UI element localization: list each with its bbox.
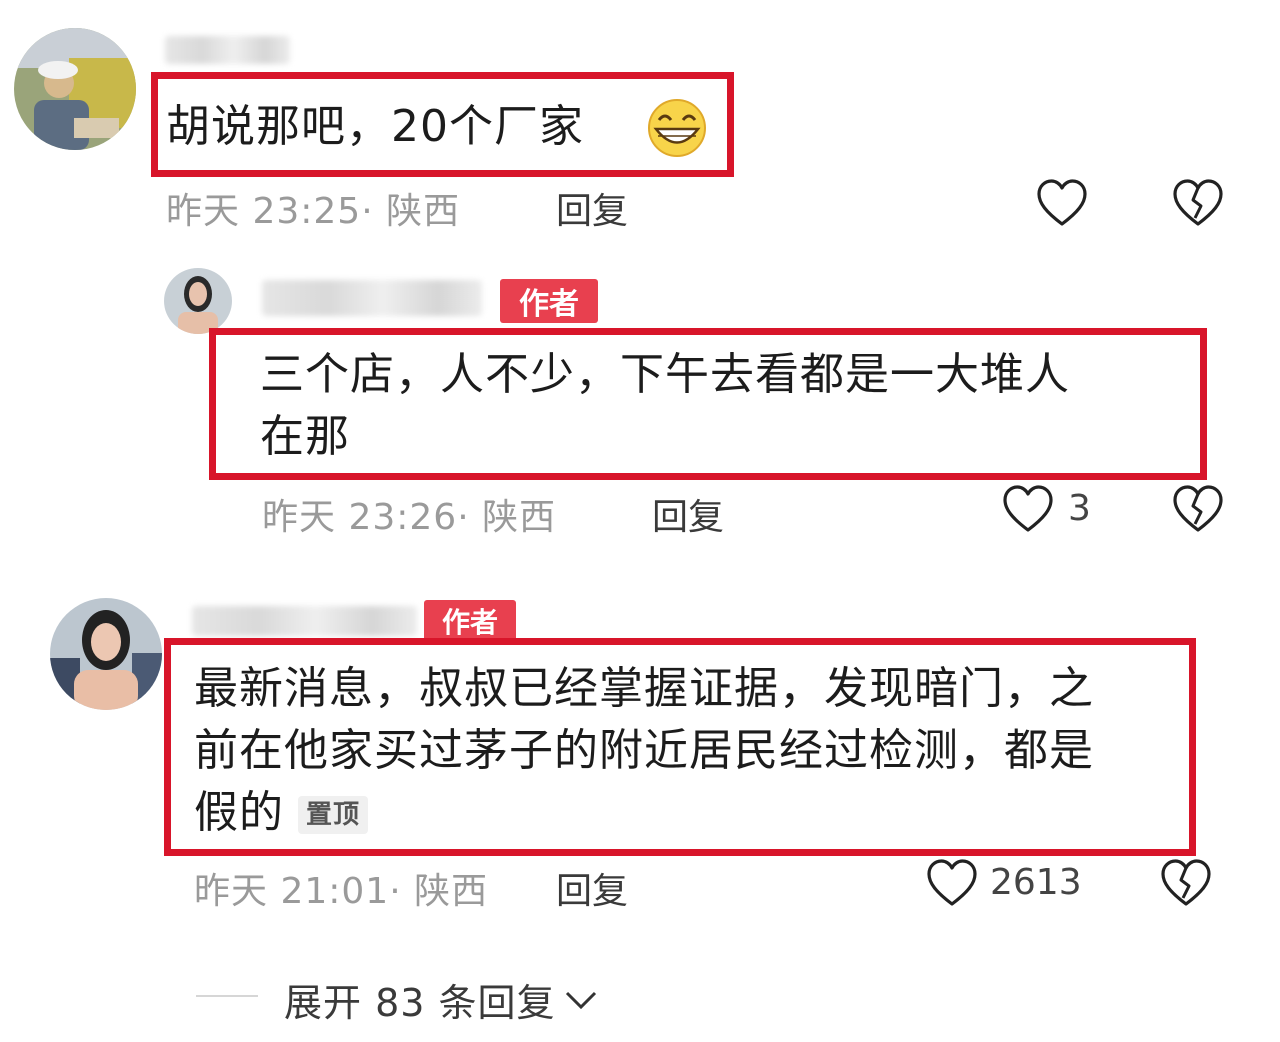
comment-text: 三个店，人不少，下午去看都是一大堆人 在那 bbox=[260, 349, 1070, 462]
grin-emoji-icon bbox=[644, 98, 710, 158]
comment-meta: 昨天 21:01· 陕西 bbox=[194, 871, 489, 912]
username-redacted[interactable] bbox=[192, 606, 417, 636]
broken-heart-icon[interactable] bbox=[1172, 484, 1224, 534]
comment-text: 胡说那吧，20个厂家 bbox=[166, 101, 584, 152]
chevron-down-icon bbox=[564, 989, 598, 1011]
comment-meta: 昨天 23:25· 陕西 bbox=[166, 191, 461, 232]
avatar[interactable] bbox=[164, 268, 232, 334]
broken-heart-icon[interactable] bbox=[1172, 178, 1224, 228]
divider-line bbox=[196, 995, 258, 997]
avatar[interactable] bbox=[14, 28, 136, 150]
pinned-badge: 置顶 bbox=[298, 796, 369, 834]
username-redacted[interactable] bbox=[165, 36, 290, 64]
author-badge: 作者 bbox=[424, 600, 516, 642]
avatar[interactable] bbox=[50, 598, 162, 710]
author-badge: 作者 bbox=[500, 279, 598, 323]
reply-button[interactable]: 回复 bbox=[556, 182, 628, 234]
comment-meta: 昨天 23:26· 陕西 bbox=[262, 497, 557, 538]
username-redacted[interactable] bbox=[262, 280, 482, 316]
expand-replies-button[interactable]: 展开 83 条回复 bbox=[284, 972, 598, 1027]
heart-outline-icon[interactable] bbox=[1002, 484, 1054, 534]
reply-button[interactable]: 回复 bbox=[652, 488, 724, 540]
broken-heart-icon[interactable] bbox=[1160, 858, 1212, 908]
like-count: 2613 bbox=[990, 862, 1082, 903]
heart-outline-icon[interactable] bbox=[1036, 178, 1088, 228]
heart-outline-icon[interactable] bbox=[926, 858, 978, 908]
like-count: 3 bbox=[1068, 488, 1091, 529]
reply-button[interactable]: 回复 bbox=[556, 862, 628, 914]
comment-text: 最新消息，叔叔已经掌握证据，发现暗门，之 前在他家买过茅子的附近居民经过检测，都… bbox=[194, 663, 1094, 838]
